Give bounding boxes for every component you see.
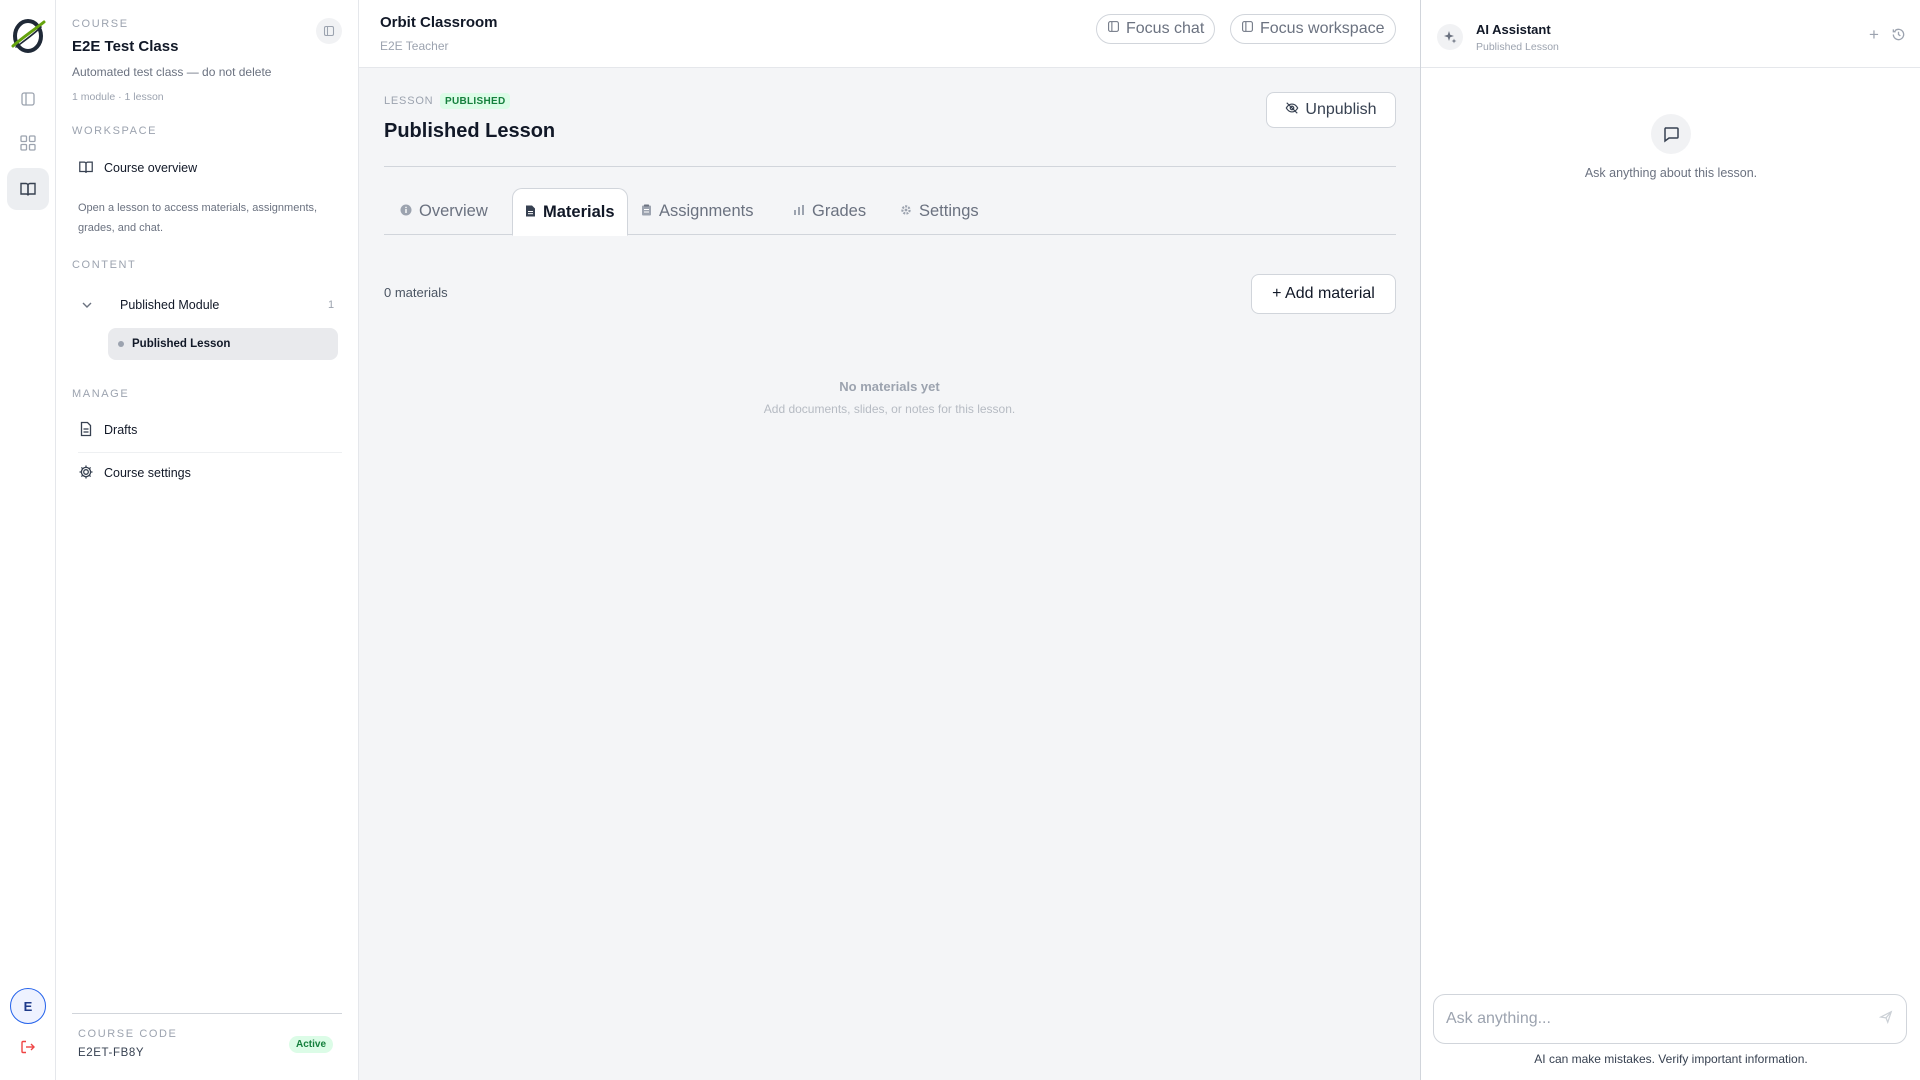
ai-disclaimer: AI can make mistakes. Verify important i… — [1534, 1052, 1808, 1066]
course-description: Automated test class — do not delete — [72, 65, 272, 79]
lesson-eyebrow: LESSON — [384, 95, 434, 107]
course-code: E2ET-FB8Y — [78, 1047, 145, 1059]
content-section-label: CONTENT — [72, 259, 137, 271]
lesson-tabs: Overview Materials Assignments Grades Se… — [384, 188, 1396, 236]
sparkle-icon — [1437, 24, 1463, 50]
module-row[interactable]: Published Module 1 — [76, 292, 346, 320]
course-meta: 1 module · 1 lesson — [72, 91, 164, 103]
user-role: E2E Teacher — [380, 39, 449, 53]
tab-materials-label: Materials — [543, 202, 615, 221]
tab-settings[interactable]: Settings — [888, 188, 991, 235]
collapse-sidebar-icon[interactable] — [316, 18, 342, 44]
split-panel-icon — [1241, 20, 1254, 38]
published-badge: PUBLISHED — [440, 93, 511, 109]
focus-workspace-button[interactable]: Focus workspace — [1230, 14, 1396, 44]
panel-toggle-icon[interactable] — [7, 78, 49, 120]
lesson-item-label: Published Lesson — [132, 338, 231, 350]
drafts-link[interactable]: Drafts — [72, 412, 342, 448]
tab-assignments-label: Assignments — [659, 202, 754, 220]
focus-chat-label: Focus chat — [1126, 20, 1205, 37]
gear-icon — [900, 202, 912, 221]
tab-grades[interactable]: Grades — [781, 188, 878, 235]
lesson-item-published-lesson[interactable]: Published Lesson — [108, 328, 338, 360]
top-bar: Orbit Classroom E2E Teacher Focus chat F… — [359, 0, 1420, 68]
workspace-section-label: WORKSPACE — [72, 125, 158, 137]
divider — [78, 452, 342, 453]
focus-chat-button[interactable]: Focus chat — [1096, 14, 1216, 44]
tab-overview-label: Overview — [419, 202, 488, 220]
assistant-header: AI Assistant Published Lesson + — [1421, 0, 1920, 68]
manage-section-label: MANAGE — [72, 388, 130, 400]
assistant-empty-hint: Ask anything about this lesson. — [1584, 166, 1758, 180]
course-sidebar: COURSE E2E Test Class Automated test cla… — [56, 0, 359, 1080]
status-badge: Active — [289, 1036, 334, 1053]
header-divider — [384, 166, 1396, 167]
lesson-status-dot — [118, 341, 124, 347]
new-chat-plus-icon[interactable]: + — [1865, 26, 1883, 44]
info-icon — [400, 202, 412, 221]
course-settings-label: Course settings — [104, 466, 191, 480]
page-title: Published Lesson — [384, 120, 556, 142]
course-title: E2E Test Class — [72, 38, 179, 55]
tab-overview[interactable]: Overview — [388, 188, 500, 235]
logout-icon[interactable] — [17, 1036, 39, 1058]
ai-assistant-panel: AI Assistant Published Lesson + Ask anyt… — [1420, 0, 1920, 1080]
history-icon[interactable] — [1891, 27, 1908, 44]
chat-bubble-icon — [1651, 114, 1691, 154]
split-panel-icon — [1107, 20, 1120, 38]
sidebar-help-text: Open a lesson to access materials, assig… — [78, 202, 318, 234]
eye-off-icon — [1285, 101, 1299, 120]
course-settings-link[interactable]: Course settings — [72, 455, 342, 491]
focus-workspace-label: Focus workspace — [1260, 20, 1385, 37]
tab-settings-label: Settings — [919, 202, 979, 220]
assistant-context: Published Lesson — [1476, 41, 1559, 53]
footer-divider — [72, 1013, 342, 1014]
course-overview-label: Course overview — [104, 161, 198, 175]
dashboard-grid-icon[interactable] — [7, 122, 49, 164]
chevron-down-icon[interactable] — [80, 298, 94, 315]
add-material-button[interactable]: + Add material — [1251, 274, 1396, 314]
drafts-label: Drafts — [104, 423, 138, 437]
assistant-title: AI Assistant — [1476, 22, 1551, 37]
user-avatar[interactable]: E — [10, 988, 46, 1024]
tab-assignments[interactable]: Assignments — [629, 188, 765, 235]
materials-count: 0 materials — [384, 285, 448, 300]
gear-icon — [78, 464, 94, 483]
avatar-initial: E — [23, 998, 33, 1014]
course-eyebrow: COURSE — [72, 18, 129, 30]
courses-book-icon[interactable] — [7, 168, 49, 210]
document-icon — [525, 203, 536, 222]
bar-chart-icon — [793, 202, 805, 221]
clipboard-icon — [641, 202, 652, 221]
chat-input[interactable] — [1433, 994, 1907, 1044]
unpublish-label: Unpublish — [1305, 101, 1377, 118]
tab-materials[interactable]: Materials — [512, 188, 628, 236]
app-title: Orbit Classroom — [380, 14, 498, 31]
module-lesson-count: 1 — [328, 299, 335, 311]
course-code-label: COURSE CODE — [78, 1028, 178, 1040]
icon-rail: E — [0, 0, 56, 1080]
empty-state-subtitle: Add documents, slides, or notes for this… — [763, 402, 1016, 416]
module-name: Published Module — [120, 298, 220, 312]
main-workspace: Orbit Classroom E2E Teacher Focus chat F… — [359, 0, 1420, 1080]
book-open-icon — [78, 159, 94, 178]
orbit-logo-icon[interactable] — [8, 16, 48, 56]
document-icon — [78, 421, 94, 440]
empty-state-title: No materials yet — [839, 379, 940, 394]
send-icon[interactable] — [1878, 1010, 1897, 1028]
course-overview-link[interactable]: Course overview — [72, 150, 342, 186]
unpublish-button[interactable]: Unpublish — [1266, 92, 1396, 128]
tab-grades-label: Grades — [812, 202, 867, 220]
